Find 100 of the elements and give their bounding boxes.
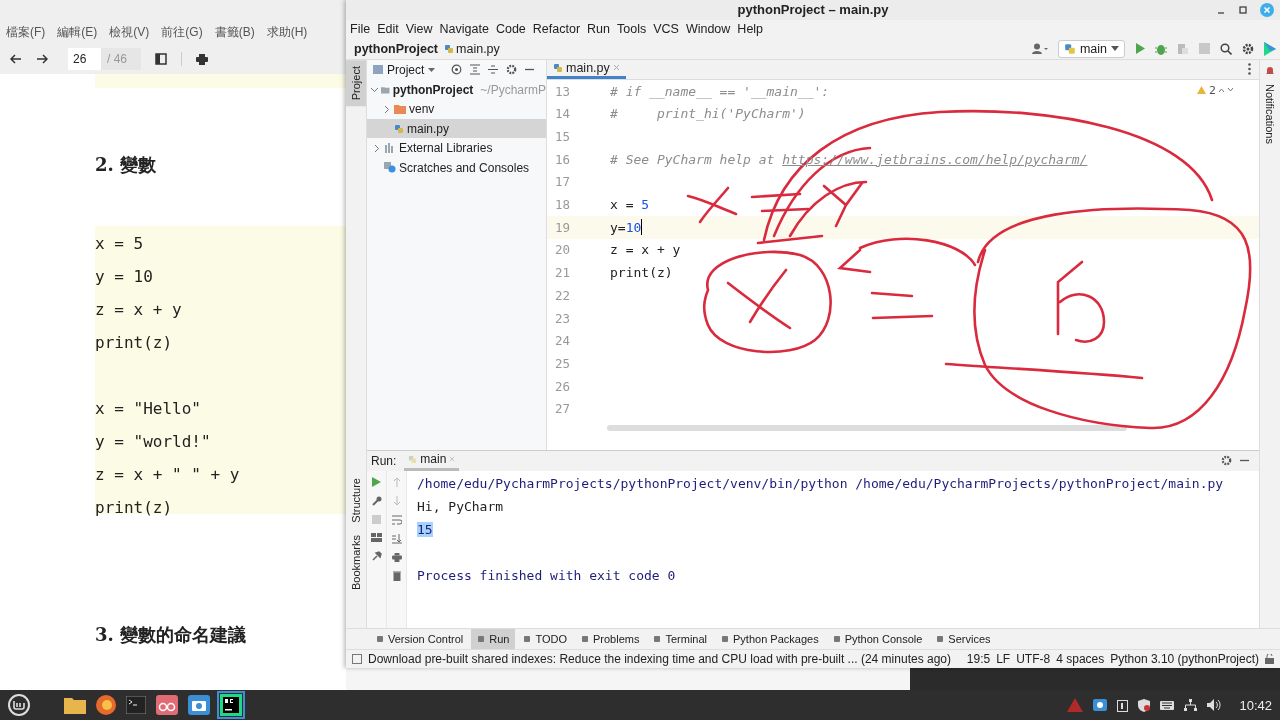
line-number: 20 [553, 242, 570, 258]
project-tool-tab[interactable]: Project [346, 59, 366, 107]
console-tab[interactable]: main [404, 450, 460, 471]
run-icon[interactable] [1135, 43, 1145, 55]
volume-icon[interactable] [1207, 699, 1222, 711]
clipboard-icon[interactable] [1117, 698, 1129, 712]
tool-window-tab[interactable]: Python Packages [715, 629, 825, 650]
run-configuration-dropdown[interactable]: main [1057, 39, 1125, 58]
hide-icon[interactable] [525, 68, 535, 72]
menu-item[interactable]: 檔案(F) [6, 23, 46, 41]
menu-item[interactable]: Window [685, 22, 731, 37]
status-item[interactable]: UTF-8 [1016, 652, 1051, 666]
tool-window-tab[interactable]: Version Control [370, 629, 470, 650]
scroll-to-end-icon[interactable] [391, 533, 402, 544]
chevron-icon[interactable] [382, 105, 390, 113]
bookmarks-tool-tab[interactable]: Bookmarks [350, 528, 362, 596]
rerun-icon[interactable] [372, 476, 381, 487]
browser-icon[interactable] [96, 695, 116, 715]
tool-icon [523, 635, 532, 644]
tree-item[interactable]: pythonProject ~/PycharmP [367, 79, 546, 100]
tool-window-tab[interactable]: TODO [517, 629, 573, 650]
sidebar-icon[interactable] [155, 53, 167, 65]
tree-item[interactable]: Scratches and Consoles [367, 157, 546, 178]
status-item[interactable]: 4 spaces [1056, 652, 1105, 666]
tool-window-tab[interactable]: Terminal [647, 629, 714, 650]
menu-item[interactable]: VCS [653, 22, 679, 37]
settings-icon[interactable] [506, 64, 518, 76]
status-item[interactable]: Python 3.10 (pythonProject) [1110, 652, 1259, 666]
wrench-icon[interactable] [371, 495, 382, 506]
shield-icon[interactable] [1138, 698, 1151, 712]
line-number: 22 [553, 287, 570, 303]
tree-item[interactable]: External Libraries [367, 138, 546, 158]
bug-icon[interactable] [1155, 42, 1167, 55]
notifications-tool-tab[interactable]: Notifications [1264, 77, 1276, 150]
menu-item[interactable]: 檢視(V) [109, 23, 150, 41]
breadcrumb-file[interactable]: main.py [444, 41, 500, 56]
tool-window-tab[interactable]: Python Console [826, 629, 929, 650]
structure-tool-tab[interactable]: Structure [350, 472, 362, 529]
project-view-dropdown[interactable]: Project [373, 62, 436, 77]
search-icon[interactable] [1220, 42, 1232, 55]
network-icon[interactable] [1184, 699, 1198, 711]
menu-item[interactable]: File [350, 22, 371, 37]
menu-item[interactable]: 求助(H) [266, 23, 308, 41]
status-item[interactable]: 19:5 [966, 652, 991, 666]
notifications-icon[interactable] [1265, 65, 1275, 76]
collapse-all-icon[interactable] [488, 64, 499, 76]
pycharm-icon[interactable] [220, 694, 242, 716]
more-icon[interactable] [1248, 63, 1251, 76]
warning-count[interactable]: 2 [1197, 83, 1233, 97]
menu-item[interactable]: 書籤(B) [214, 23, 255, 41]
soft-wrap-icon[interactable] [391, 514, 402, 525]
chevron-icon[interactable] [372, 144, 380, 152]
menu-item[interactable]: Navigate [439, 22, 489, 37]
menu-item[interactable]: Code [495, 22, 526, 37]
menu-item[interactable]: 編輯(E) [57, 23, 98, 41]
glasses-icon[interactable] [156, 695, 178, 715]
layout-icon[interactable] [371, 532, 382, 542]
tree-item[interactable]: main.py [367, 118, 546, 139]
lock-icon[interactable] [1265, 654, 1274, 664]
menu-item[interactable]: Run [587, 22, 610, 37]
settings-icon[interactable] [1242, 42, 1254, 55]
hide-icon[interactable] [1240, 459, 1249, 463]
tool-icon [376, 635, 384, 644]
trash-icon[interactable] [392, 570, 401, 581]
menu-item[interactable]: View [405, 22, 433, 37]
scratch-icon [384, 162, 396, 174]
menu-item[interactable]: Refactor [532, 22, 581, 37]
breadcrumb-project[interactable]: pythonProject [354, 41, 439, 56]
section-heading: 3. 變數的命名建議 [95, 623, 248, 647]
settings-icon[interactable] [1221, 455, 1232, 467]
line-number: 18 [553, 197, 570, 213]
scrollbar[interactable] [607, 424, 1127, 431]
terminal-icon[interactable] [126, 696, 146, 714]
locate-icon[interactable] [451, 64, 463, 76]
back-icon[interactable] [10, 54, 22, 64]
keyboard-icon[interactable] [1160, 700, 1175, 710]
user-icon[interactable] [1031, 42, 1048, 55]
camera-icon[interactable] [1093, 699, 1108, 711]
status-message[interactable]: Download pre-built shared indexes: Reduce the indexing time and CPU load with pre-built ... (24 minutes ago) [368, 652, 951, 666]
menu-item[interactable]: 前往(G) [161, 23, 203, 41]
logo-icon[interactable] [1264, 41, 1276, 56]
tree-item[interactable]: venv [367, 99, 546, 119]
tool-window-tab[interactable]: Services [930, 629, 997, 650]
chevron-icon[interactable] [371, 86, 379, 94]
editor-tab[interactable]: main.py [547, 59, 626, 80]
status-item[interactable]: LF [996, 652, 1011, 666]
menu-item[interactable]: Tools [617, 22, 647, 37]
start-menu-button[interactable] [8, 694, 30, 716]
page-number-field[interactable]: 26 [68, 48, 101, 70]
pin-icon[interactable] [371, 550, 382, 561]
library-icon [384, 143, 396, 154]
clock[interactable]: 10:42 [1239, 697, 1272, 713]
menu-item[interactable]: Help [737, 22, 764, 37]
tool-window-tab[interactable]: Problems [575, 629, 646, 650]
menu-item[interactable]: Edit [377, 22, 399, 37]
maximize-icon[interactable] [1238, 5, 1248, 15]
status-icon[interactable] [352, 654, 362, 664]
tool-window-tab[interactable]: Run [471, 629, 516, 650]
forward-icon[interactable] [36, 54, 48, 64]
folder-icon[interactable] [64, 696, 86, 714]
